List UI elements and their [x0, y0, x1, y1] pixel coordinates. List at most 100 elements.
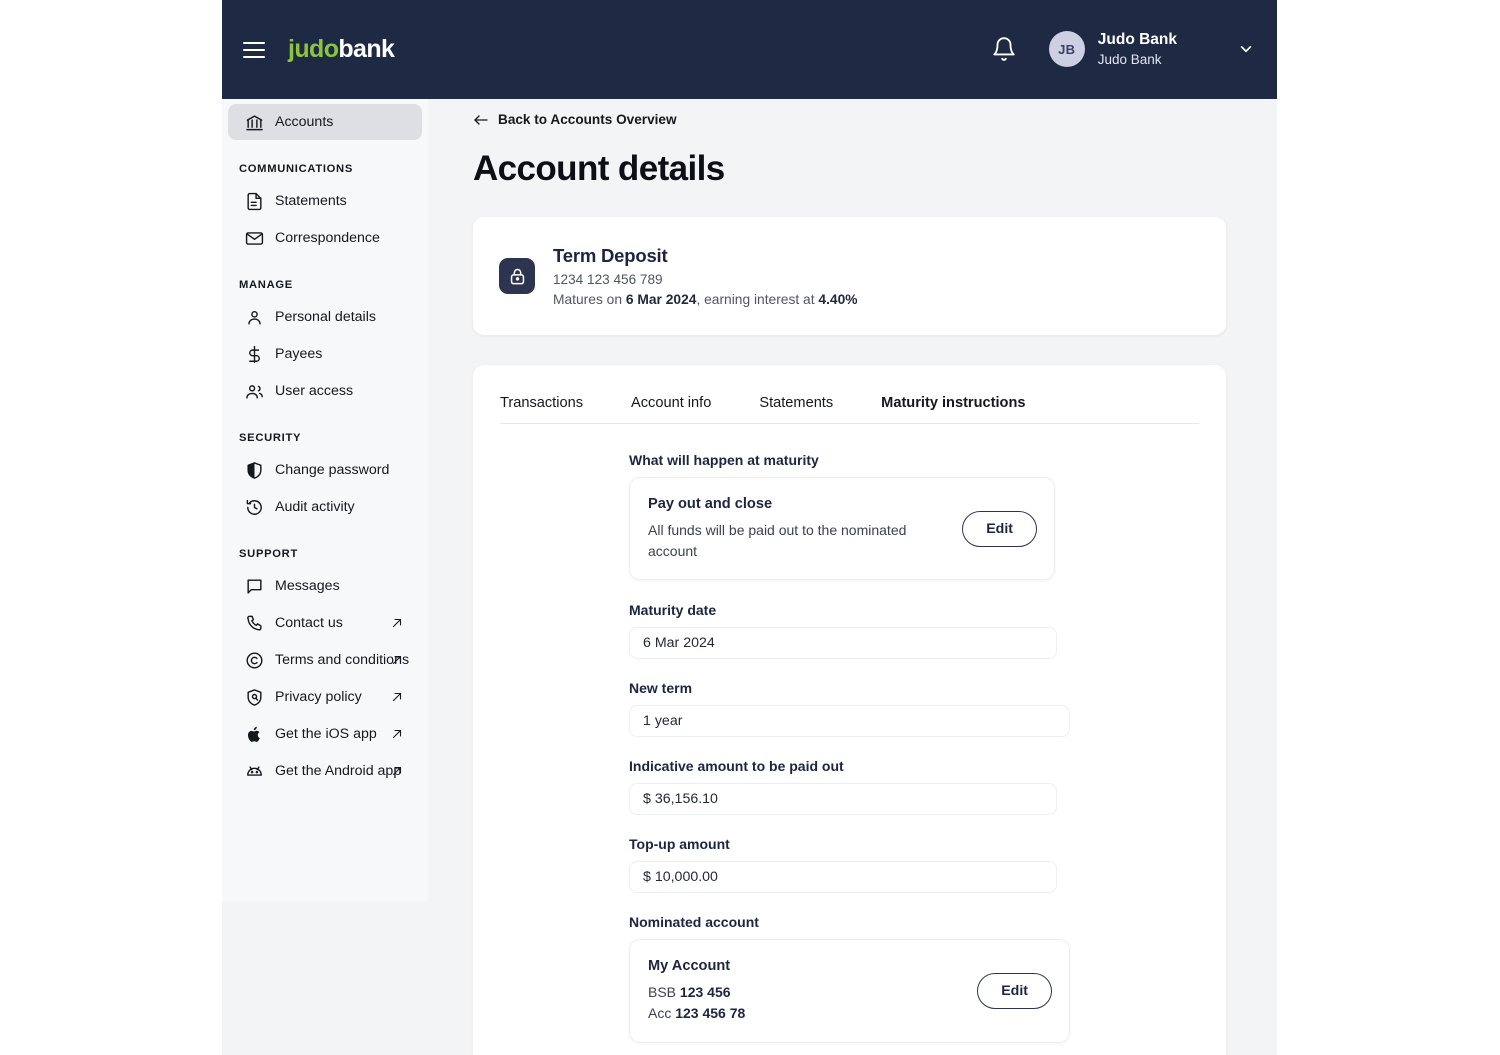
bell-icon[interactable]	[991, 36, 1017, 62]
account-name: Judo Bank	[1097, 30, 1177, 48]
sidebar-item-get-the-android-app[interactable]: Get the Android app	[228, 753, 422, 789]
apple-icon	[245, 725, 264, 744]
account-detail-card: Transactions Account info Statements Mat…	[473, 365, 1226, 1055]
back-link-label: Back to Accounts Overview	[498, 112, 677, 127]
sidebar-group-manage: MANAGE	[239, 279, 293, 291]
judobank-logo[interactable]: judobank	[288, 35, 395, 64]
sidebar-item-get-the-ios-app[interactable]: Get the iOS app	[228, 716, 422, 752]
sidebar-item-label: Audit activity	[275, 499, 355, 515]
sidebar-item-label: Accounts	[275, 114, 334, 130]
phone-icon	[245, 614, 264, 633]
indicative-amount-label: Indicative amount to be paid out	[629, 758, 844, 775]
maturity-date-label: Maturity date	[629, 602, 717, 619]
tab-statements[interactable]: Statements	[759, 395, 833, 411]
indicative-amount-field[interactable]: $ 36,156.10	[629, 783, 1057, 816]
sidebar-item-label: Change password	[275, 462, 390, 478]
new-term-label: New term	[629, 680, 693, 697]
new-term-field[interactable]: 1 year	[629, 705, 1070, 738]
chevron-down-icon[interactable]	[1237, 40, 1255, 58]
logo-text-judo: judo	[288, 35, 339, 63]
edit-maturity-instruction-button[interactable]: Edit	[962, 510, 1037, 547]
sidebar-item-label: Personal details	[275, 309, 376, 325]
dollar-icon	[245, 345, 264, 364]
bsb-value: 123 456	[679, 984, 731, 1001]
android-icon	[245, 762, 264, 781]
bsb-label: BSB	[648, 984, 680, 1001]
person-icon	[245, 308, 264, 327]
sidebar-item-personal-details[interactable]: Personal details	[228, 299, 422, 335]
top-bar-right-group: JB Judo Bank Judo Bank	[991, 30, 1277, 69]
external-link-icon	[392, 655, 402, 665]
sidebar-item-terms-and-conditions[interactable]: Terms and conditions	[228, 642, 422, 678]
sidebar-item-label: Get the Android app	[275, 763, 402, 779]
nominated-bsb-row: BSB 123 456	[648, 982, 977, 1003]
top-navigation-bar: judobank JB Judo Bank Judo Bank	[222, 0, 1277, 99]
maturity-date-field[interactable]: 6 Mar 2024	[629, 627, 1057, 660]
tab-account-info[interactable]: Account info	[631, 395, 711, 411]
sidebar-item-label: User access	[275, 383, 354, 399]
hamburger-menu-icon[interactable]	[243, 38, 267, 62]
maturity-option-body: Pay out and close All funds will be paid…	[648, 496, 962, 561]
account-number: 1234 123 456 789	[553, 272, 663, 287]
nominated-account-body: My Account BSB 123 456 Acc 123 456 78	[648, 958, 977, 1024]
acc-value: 123 456 78	[675, 1005, 746, 1022]
nominated-account-name: My Account	[648, 958, 731, 975]
avatar[interactable]: JB	[1048, 31, 1085, 68]
history-icon	[245, 498, 264, 517]
envelope-icon	[245, 229, 264, 248]
sidebar-navigation: Accounts COMMUNICATIONS Statements Corre…	[222, 99, 428, 902]
sidebar-item-payees[interactable]: Payees	[228, 336, 422, 372]
acc-label: Acc	[648, 1005, 676, 1022]
sidebar-item-privacy-policy[interactable]: Privacy policy	[228, 679, 422, 715]
privacy-shield-icon	[245, 688, 264, 707]
interest-rate-value: 4.40%	[818, 292, 858, 307]
shield-icon	[245, 461, 264, 480]
external-link-icon	[392, 766, 402, 776]
back-to-accounts-overview-link[interactable]: Back to Accounts Overview	[473, 112, 1277, 127]
sidebar-item-user-access[interactable]: User access	[228, 373, 422, 409]
interest-mid-text: , earning interest at	[696, 292, 819, 307]
sidebar-item-label: Statements	[275, 193, 347, 209]
tab-transactions[interactable]: Transactions	[500, 395, 583, 411]
edit-nominated-account-button[interactable]: Edit	[977, 973, 1052, 1010]
logo-text-bank: bank	[338, 35, 395, 63]
sidebar-item-audit-activity[interactable]: Audit activity	[228, 489, 422, 525]
bank-icon	[245, 113, 264, 132]
lock-icon	[499, 258, 535, 294]
sidebar-item-change-password[interactable]: Change password	[228, 452, 422, 488]
maturity-option-title: Pay out and close	[648, 496, 773, 512]
sidebar-item-label: Get the iOS app	[275, 726, 377, 742]
nominated-acc-row: Acc 123 456 78	[648, 1003, 977, 1024]
maturity-option-card: Pay out and close All funds will be paid…	[629, 477, 1055, 581]
sidebar-item-label: Privacy policy	[275, 689, 362, 705]
maturity-prefix: Matures on	[553, 292, 626, 307]
app-viewport: judobank JB Judo Bank Judo Bank Accounts…	[222, 0, 1277, 1055]
sidebar-item-correspondence[interactable]: Correspondence	[228, 220, 422, 256]
maturity-instructions-form: What will happen at maturity Pay out and…	[473, 424, 1226, 1044]
nominated-account-card: My Account BSB 123 456 Acc 123 456 78 Ed…	[629, 939, 1070, 1044]
arrow-left-icon	[474, 114, 488, 125]
main-content: Back to Accounts Overview Account detail…	[428, 99, 1277, 1055]
nominated-account-label: Nominated account	[629, 914, 759, 931]
chat-icon	[245, 577, 264, 596]
external-link-icon	[392, 729, 402, 739]
top-up-amount-field[interactable]: $ 10,000.00	[629, 861, 1057, 894]
sidebar-group-support: SUPPORT	[239, 548, 298, 560]
account-switcher-labels[interactable]: Judo Bank Judo Bank	[1098, 30, 1177, 69]
sidebar-item-label: Terms and conditions	[275, 652, 410, 668]
sidebar-item-accounts[interactable]: Accounts	[228, 104, 422, 140]
tab-maturity-instructions[interactable]: Maturity instructions	[881, 395, 1025, 411]
account-summary-card: Term Deposit 1234 123 456 789 Matures on…	[473, 217, 1226, 335]
users-icon	[245, 382, 264, 401]
account-subname: Judo Bank	[1097, 51, 1162, 67]
sidebar-item-statements[interactable]: Statements	[228, 183, 422, 219]
sidebar-item-messages[interactable]: Messages	[228, 568, 422, 604]
sidebar-item-label: Payees	[275, 346, 323, 362]
sidebar-item-contact-us[interactable]: Contact us	[228, 605, 422, 641]
sidebar-group-communications: COMMUNICATIONS	[239, 163, 353, 175]
sidebar-group-security: SECURITY	[239, 432, 302, 444]
sidebar-item-label: Contact us	[275, 615, 343, 631]
page-title: Account details	[473, 149, 725, 188]
maturity-heading: What will happen at maturity	[629, 452, 819, 468]
external-link-icon	[392, 618, 402, 628]
